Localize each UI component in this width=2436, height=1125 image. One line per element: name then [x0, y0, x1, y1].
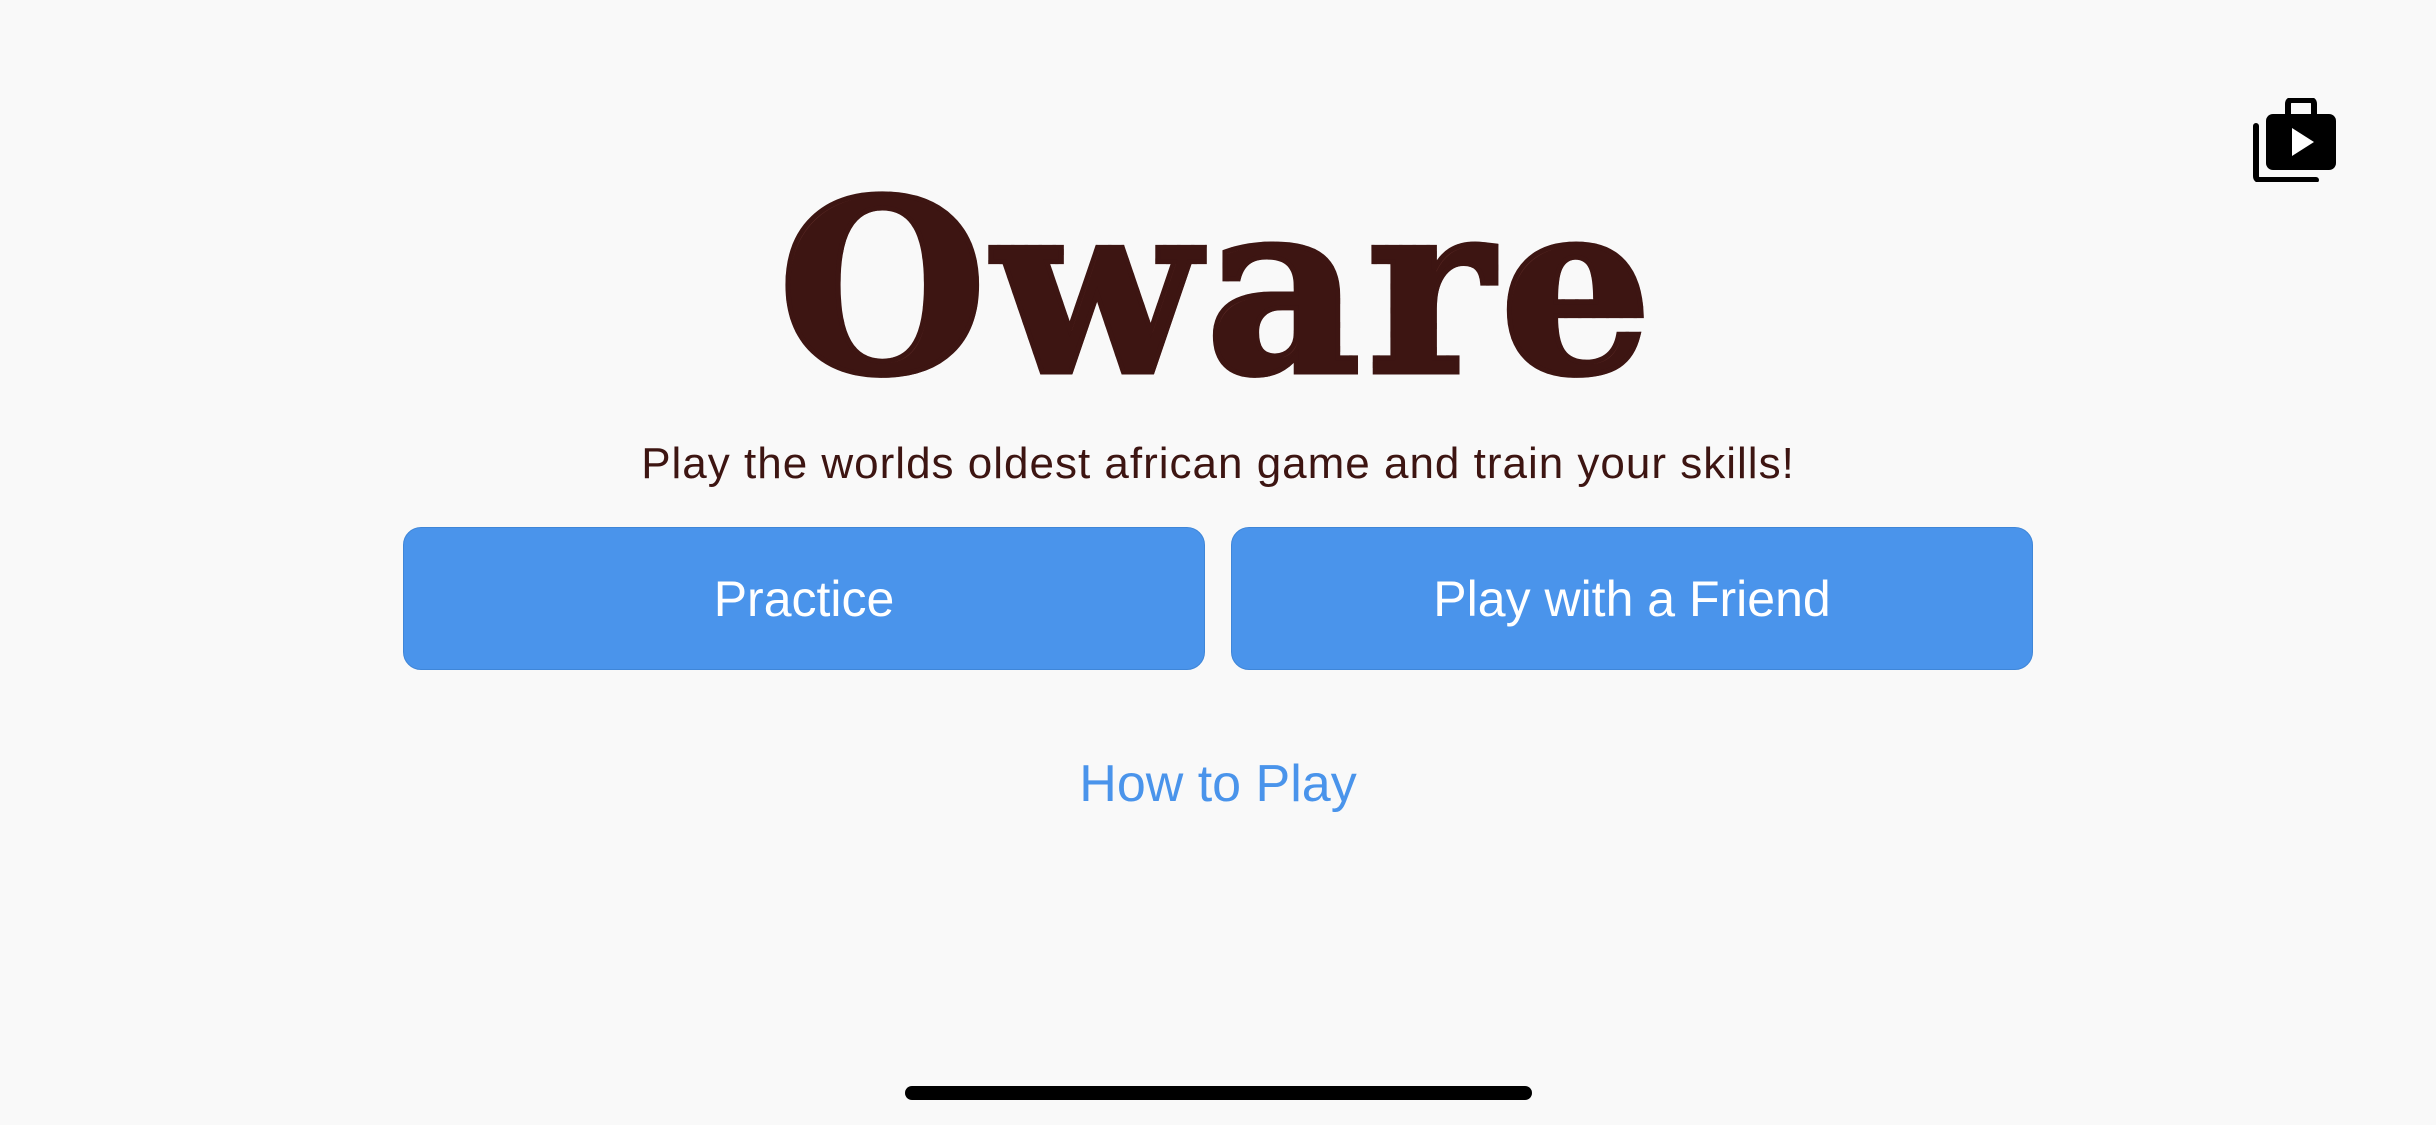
title-container: Oware	[0, 147, 2436, 429]
how-to-play-link[interactable]: How to Play	[0, 752, 2436, 816]
app-subtitle: Play the worlds oldest african game and …	[641, 439, 1795, 488]
home-indicator[interactable]	[905, 1086, 1532, 1100]
app-title: Oware	[775, 147, 1659, 429]
home-screen: Oware Play the worlds oldest african gam…	[0, 0, 2436, 1125]
practice-button[interactable]: Practice	[403, 527, 1205, 670]
play-with-friend-button[interactable]: Play with a Friend	[1231, 527, 2033, 670]
